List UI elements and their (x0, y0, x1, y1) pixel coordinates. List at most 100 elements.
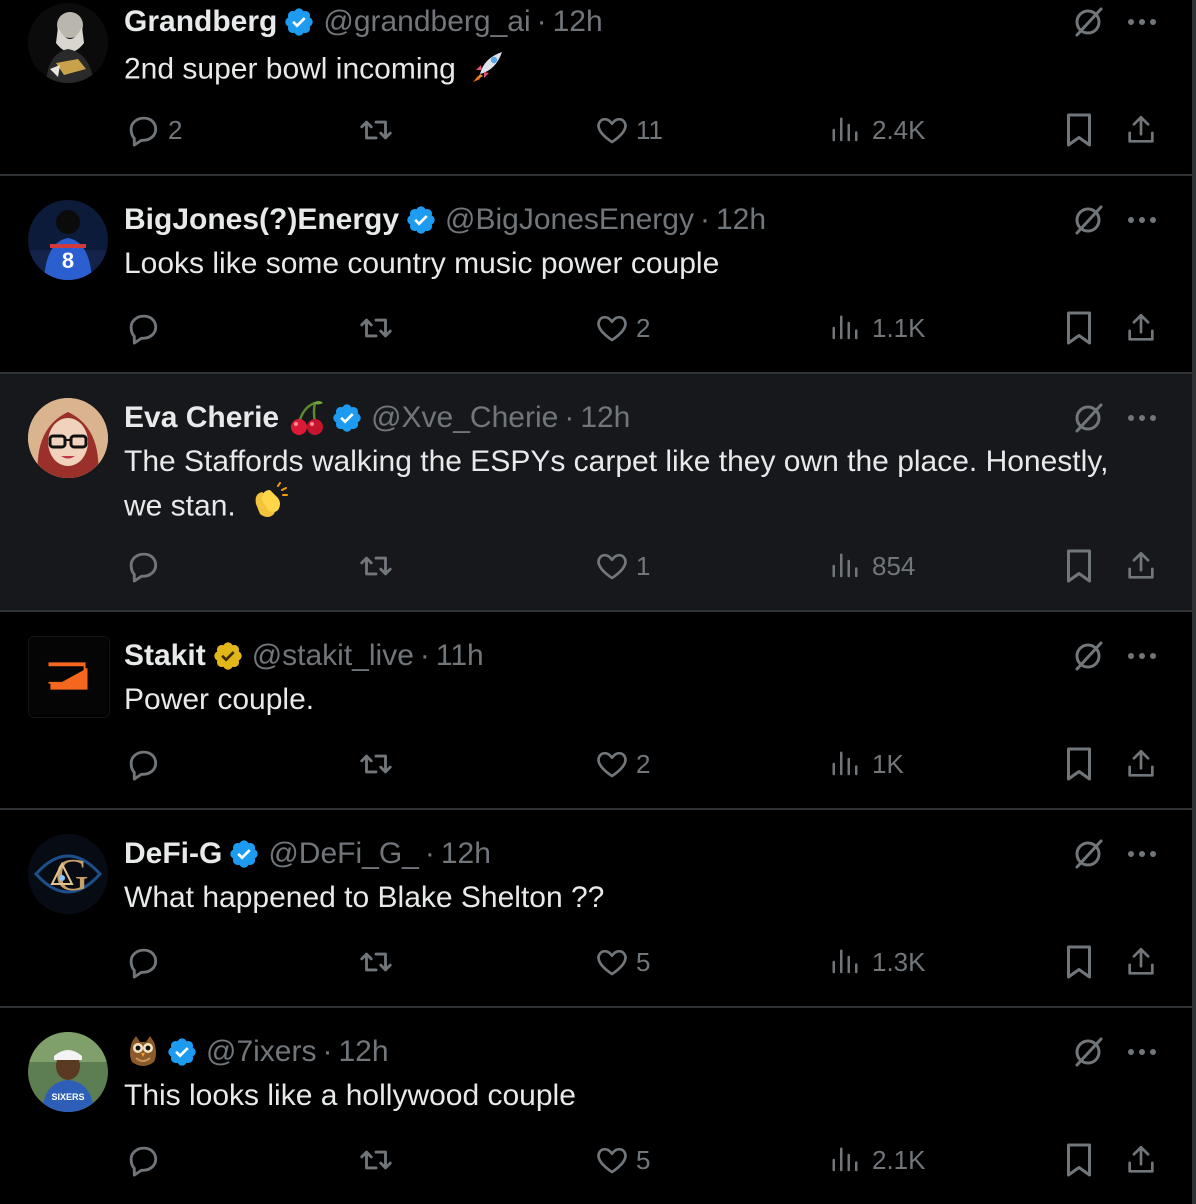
avatar[interactable] (28, 636, 110, 718)
timestamp[interactable]: 12h (441, 834, 491, 874)
more-icon[interactable] (1122, 398, 1162, 438)
owl-emoji-icon (126, 1034, 160, 1070)
bookmark-button[interactable] (1064, 942, 1094, 982)
share-button[interactable] (1124, 308, 1158, 348)
verified-badge-icon (166, 1036, 198, 1068)
views-button[interactable]: 2.4K (830, 110, 926, 150)
display-name[interactable]: Stakit (124, 636, 206, 676)
display-name[interactable]: Eva Cherie (124, 398, 279, 438)
more-icon[interactable] (1122, 636, 1162, 676)
like-count: 5 (636, 946, 651, 977)
more-icon[interactable] (1122, 2, 1162, 42)
user-handle[interactable]: @BigJonesEnergy (445, 200, 694, 240)
reply-count: 2 (168, 114, 183, 145)
timestamp[interactable]: 12h (338, 1032, 388, 1072)
views-button[interactable]: 1.1K (830, 308, 926, 348)
reply-button[interactable] (124, 308, 168, 348)
retweet-button[interactable] (356, 308, 402, 348)
grok-icon[interactable] (1068, 1032, 1108, 1072)
more-icon[interactable] (1122, 834, 1162, 874)
more-icon[interactable] (1122, 1032, 1162, 1072)
user-handle[interactable]: @Xve_Cherie (371, 398, 558, 438)
display-name[interactable]: DeFi-G (124, 834, 222, 874)
like-button[interactable]: 2 (594, 744, 650, 784)
avatar[interactable]: SIXERS (28, 1032, 108, 1112)
scrollbar-track[interactable] (1192, 0, 1196, 1204)
avatar[interactable] (28, 3, 108, 83)
timestamp[interactable]: 12h (716, 200, 766, 240)
like-button[interactable]: 1 (594, 546, 650, 586)
tweet[interactable]: G DeFi-G @DeFi_G_ · 12h What happened to… (0, 810, 1192, 1006)
share-icon (1124, 113, 1158, 147)
bookmark-button[interactable] (1064, 110, 1094, 150)
retweet-button[interactable] (356, 744, 402, 784)
grok-icon[interactable] (1068, 834, 1108, 874)
retweet-icon (356, 547, 396, 585)
timestamp[interactable]: 12h (580, 398, 630, 438)
display-name[interactable]: Grandberg (124, 2, 277, 42)
user-handle[interactable]: @stakit_live (252, 636, 414, 676)
like-button[interactable]: 11 (594, 110, 663, 150)
bookmark-button[interactable] (1064, 744, 1094, 784)
user-handle[interactable]: @7ixers (206, 1032, 316, 1072)
like-icon (594, 746, 630, 782)
user-handle[interactable]: @grandberg_ai (323, 2, 530, 42)
grok-icon[interactable] (1068, 636, 1108, 676)
retweet-button[interactable] (356, 546, 402, 586)
views-button[interactable]: 854 (830, 546, 915, 586)
avatar[interactable]: G (28, 834, 108, 914)
reply-button[interactable] (124, 1140, 168, 1180)
tweet[interactable]: SIXERS @7ixers · 12h This looks like a h… (0, 1008, 1192, 1204)
like-button[interactable]: 5 (594, 942, 650, 982)
bookmark-icon (1064, 310, 1094, 346)
tweet[interactable]: Stakit @stakit_live · 11h Power couple. (0, 612, 1192, 808)
share-button[interactable] (1124, 942, 1158, 982)
reply-button[interactable] (124, 942, 168, 982)
views-count: 2.4K (872, 114, 926, 145)
share-button[interactable] (1124, 744, 1158, 784)
tweet-header: @7ixers · 12h (124, 1032, 389, 1072)
like-icon (594, 1142, 630, 1178)
grok-icon[interactable] (1068, 200, 1108, 240)
bookmark-button[interactable] (1064, 1140, 1094, 1180)
views-icon (830, 749, 860, 779)
tweet-text-line: The Staffords walking the ESPYs carpet l… (124, 445, 1109, 478)
views-button[interactable]: 1K (830, 744, 904, 784)
more-icon[interactable] (1122, 200, 1162, 240)
separator-dot: · (536, 5, 547, 38)
reply-icon (124, 1141, 162, 1179)
timestamp[interactable]: 11h (436, 636, 484, 676)
views-icon (830, 115, 860, 145)
like-button[interactable]: 5 (594, 1140, 650, 1180)
retweet-button[interactable] (356, 110, 402, 150)
share-icon (1124, 311, 1158, 345)
avatar[interactable]: 8 (28, 200, 108, 280)
tweet[interactable]: Grandberg @grandberg_ai · 12h 2nd super … (0, 0, 1192, 174)
timestamp[interactable]: 12h (553, 2, 603, 42)
share-button[interactable] (1124, 110, 1158, 150)
reply-button[interactable] (124, 744, 168, 784)
bookmark-button[interactable] (1064, 546, 1094, 586)
share-button[interactable] (1124, 546, 1158, 586)
views-button[interactable]: 2.1K (830, 1140, 926, 1180)
share-button[interactable] (1124, 1140, 1158, 1180)
like-button[interactable]: 2 (594, 308, 650, 348)
grok-icon[interactable] (1068, 398, 1108, 438)
reply-button[interactable] (124, 546, 168, 586)
views-icon (830, 1145, 860, 1175)
avatar[interactable] (28, 398, 108, 478)
tweet-text: The Staffords walking the ESPYs carpet l… (124, 442, 1144, 533)
views-button[interactable]: 1.3K (830, 942, 926, 982)
display-name[interactable]: BigJones(?)Energy (124, 200, 399, 240)
svg-text:8: 8 (62, 248, 74, 273)
reply-button[interactable]: 2 (124, 110, 182, 150)
bookmark-button[interactable] (1064, 308, 1094, 348)
user-handle[interactable]: @DeFi_G_ (268, 834, 419, 874)
retweet-button[interactable] (356, 942, 402, 982)
retweet-button[interactable] (356, 1140, 402, 1180)
tweet[interactable]: Eva Cherie @Xve_Cherie · 12h The Staffor… (0, 374, 1192, 610)
grok-icon[interactable] (1068, 2, 1108, 42)
tweet[interactable]: 8 BigJones(?)Energy @BigJonesEnergy · 12… (0, 176, 1192, 372)
retweet-icon (356, 111, 396, 149)
tweet-text-content: What happened to Blake Shelton ?? (124, 881, 605, 914)
